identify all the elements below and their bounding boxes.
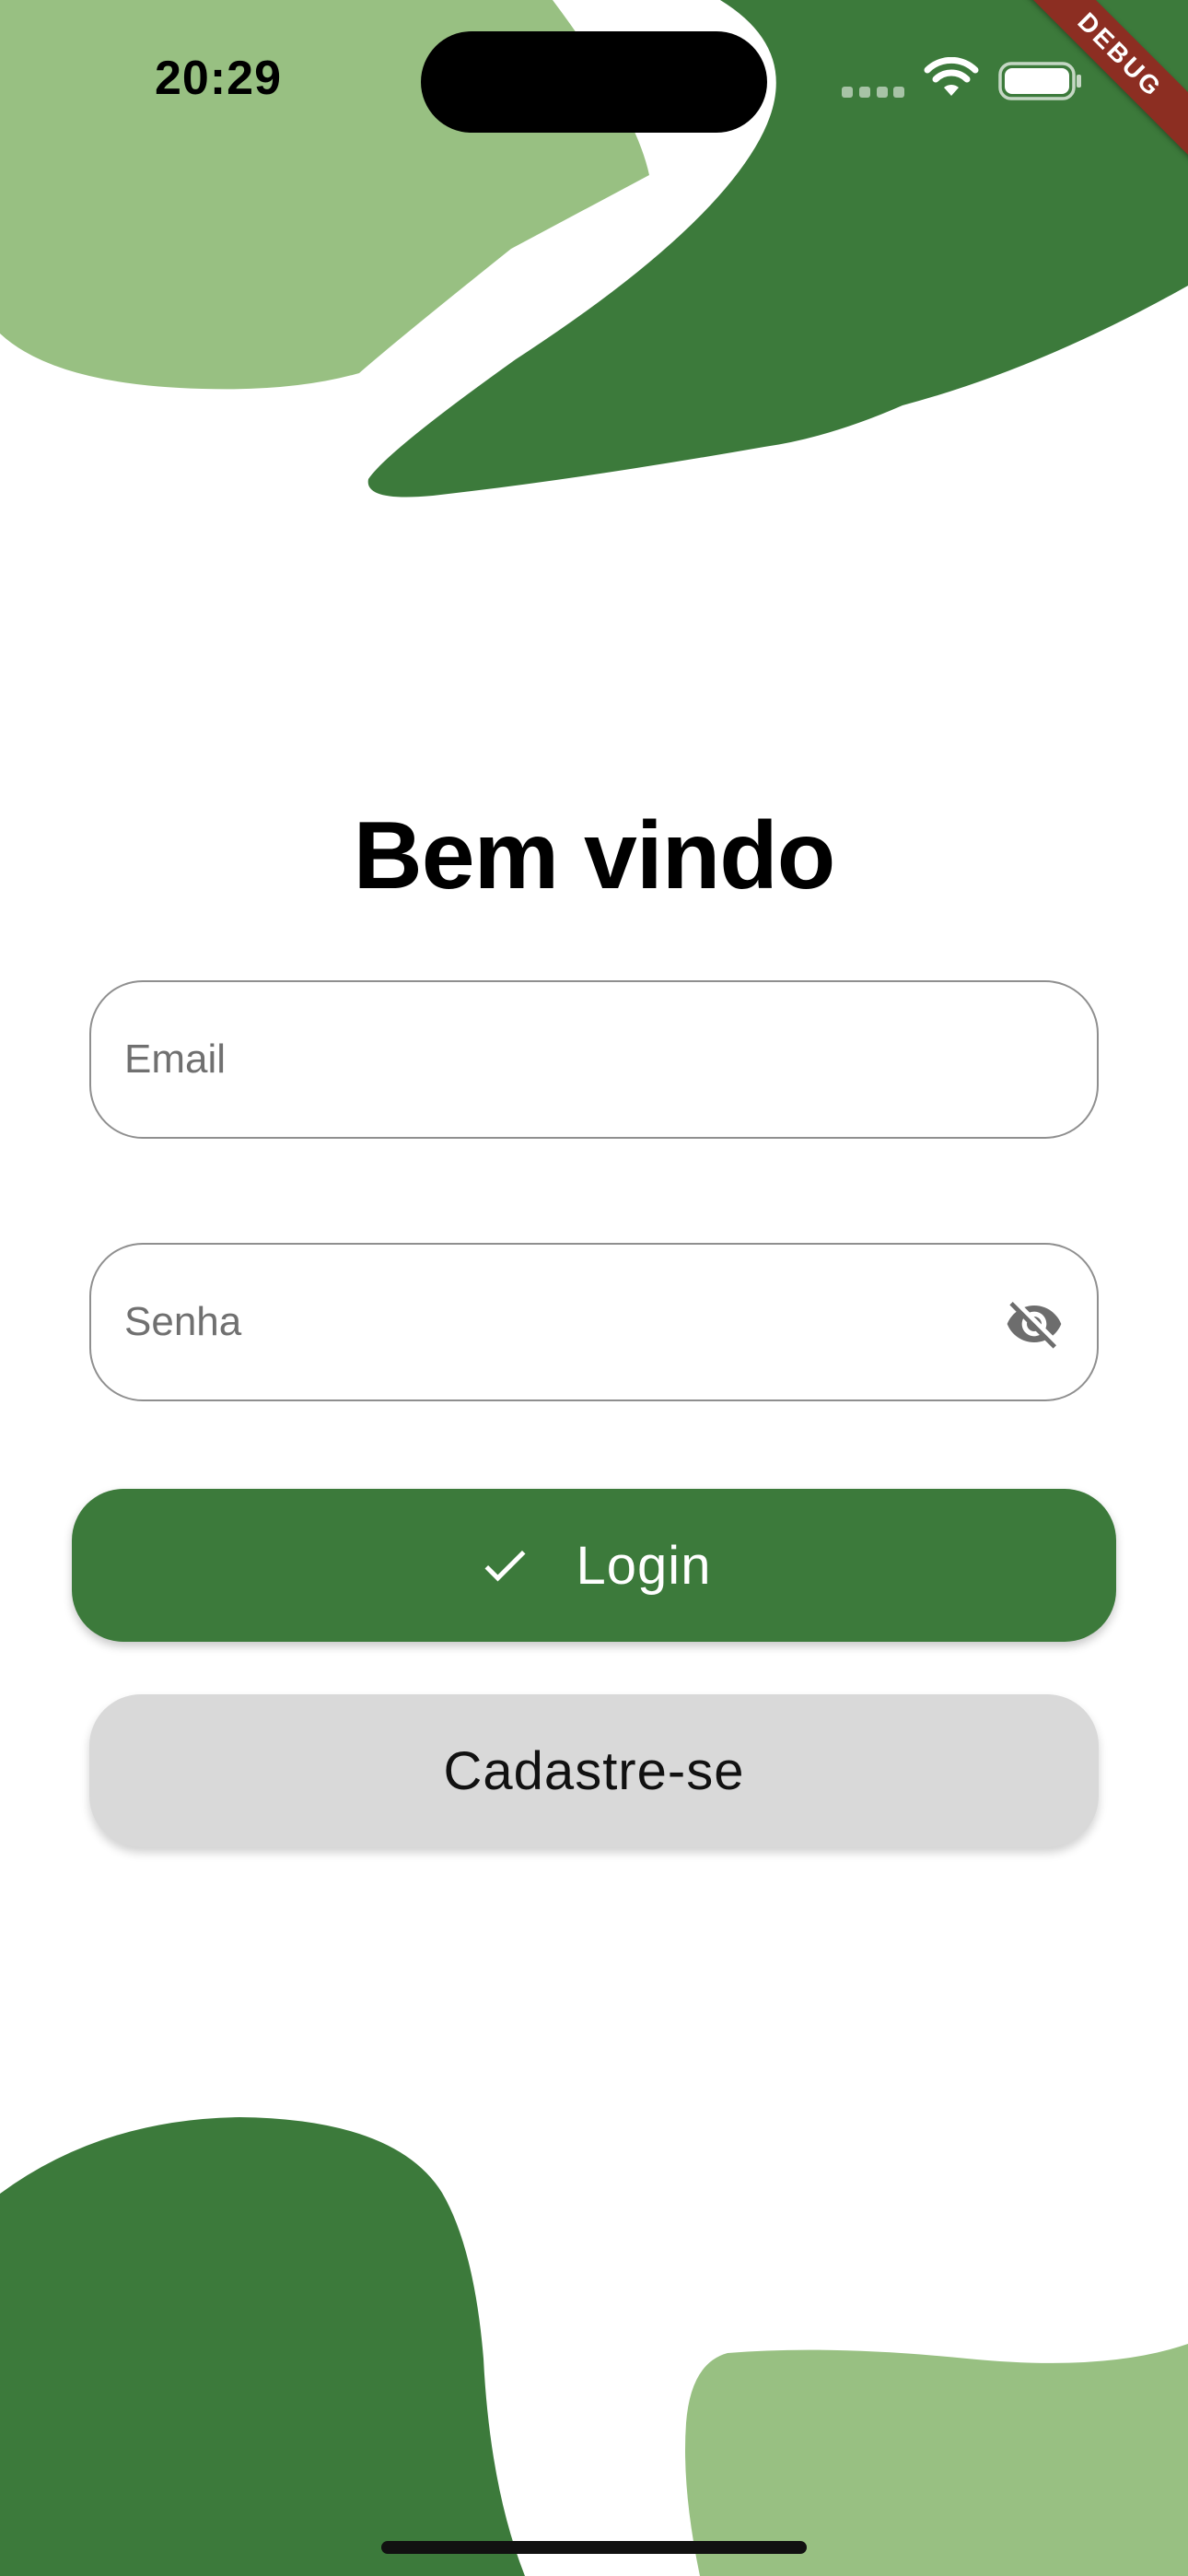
- page-title: Bem vindo: [353, 802, 836, 909]
- email-input[interactable]: [124, 982, 1008, 1137]
- password-input[interactable]: [124, 1245, 1008, 1399]
- register-button[interactable]: Cadastre-se: [89, 1694, 1099, 1847]
- bottom-left-dark-blob: [0, 2117, 525, 2576]
- battery-icon: [998, 62, 1081, 100]
- signal-icon: [842, 87, 904, 98]
- dynamic-island: [421, 31, 767, 133]
- visibility-off-icon[interactable]: [1005, 1294, 1064, 1353]
- login-button[interactable]: Login: [72, 1489, 1116, 1642]
- wifi-icon: [924, 57, 979, 96]
- login-button-label: Login: [576, 1535, 712, 1596]
- email-field[interactable]: [89, 980, 1099, 1139]
- home-indicator[interactable]: [381, 2541, 807, 2554]
- status-bar: 20:29: [0, 0, 1188, 157]
- status-time: 20:29: [155, 52, 282, 105]
- check-icon: [484, 1550, 526, 1582]
- register-button-label: Cadastre-se: [443, 1740, 745, 1801]
- password-field[interactable]: [89, 1243, 1099, 1401]
